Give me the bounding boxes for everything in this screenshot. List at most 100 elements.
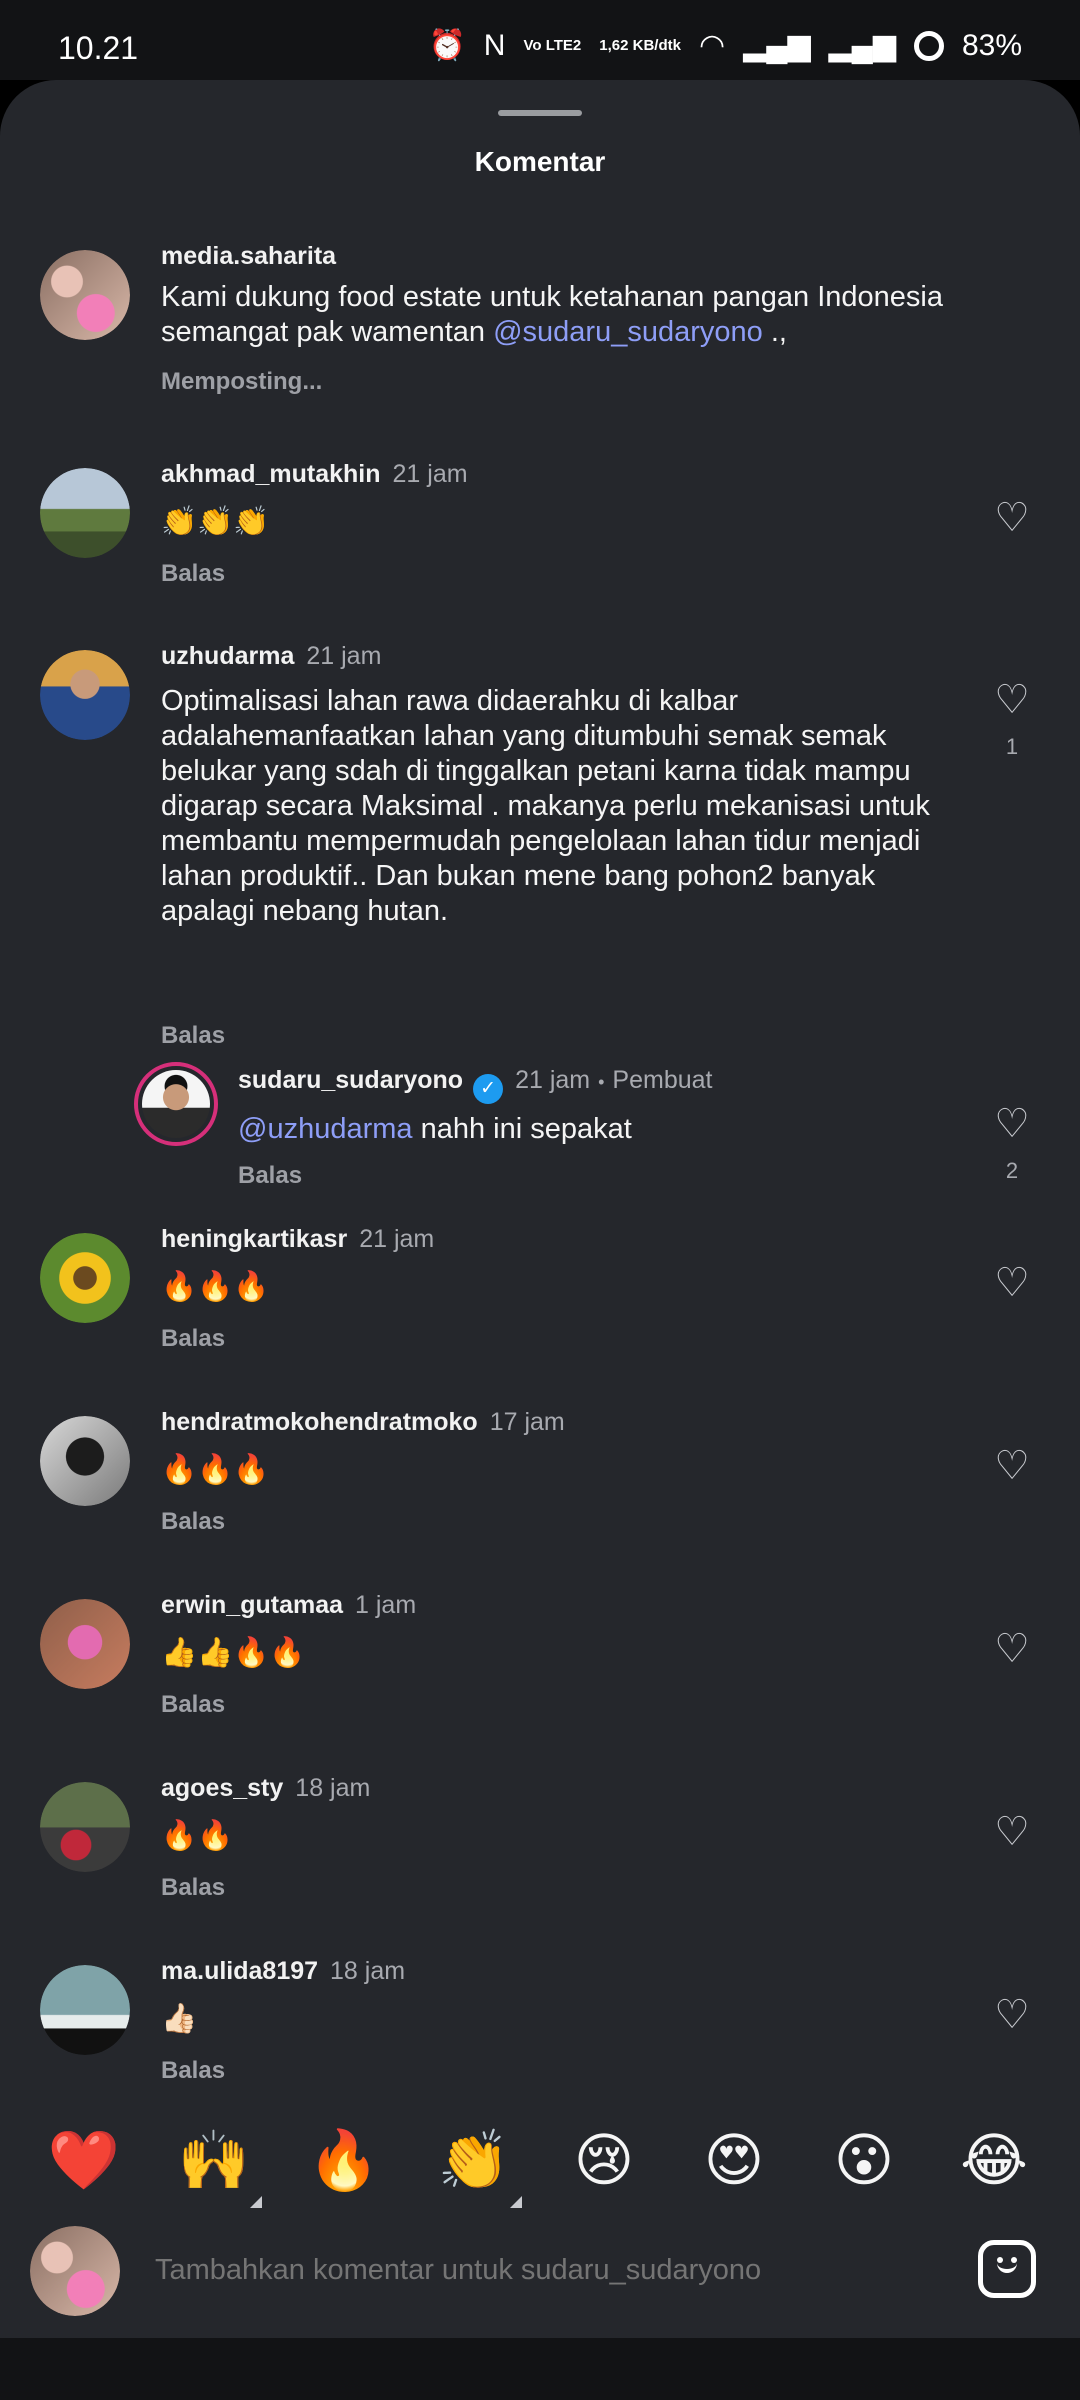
- avatar[interactable]: [40, 1233, 130, 1323]
- comment-item: ma.ulida8197 18 jam 👍🏻 Balas ♡: [0, 1957, 1080, 2087]
- avatar[interactable]: [40, 468, 130, 558]
- comment-text: 👏👏👏: [161, 504, 270, 538]
- comment-meta: akhmad_mutakhin 21 jam: [161, 460, 468, 489]
- creator-label: Pembuat: [612, 1066, 713, 1094]
- wifi-icon: ◠: [698, 29, 726, 62]
- like-button[interactable]: ♡: [990, 1261, 1034, 1305]
- emoji-crying-face-button[interactable]: 😢: [564, 2120, 644, 2200]
- reply-button[interactable]: Balas: [161, 1691, 225, 1719]
- quick-emoji-bar: ❤️ 🙌 🔥 👏 😢 😍 😮 😂: [0, 2090, 1080, 2210]
- skin-tone-indicator: [250, 2196, 262, 2208]
- username[interactable]: uzhudarma: [161, 642, 294, 670]
- comment-item: erwin_gutamaa 1 jam 👍👍🔥🔥 Balas ♡: [0, 1591, 1080, 1721]
- reply-button[interactable]: Balas: [161, 2057, 225, 2085]
- username[interactable]: heningkartikasr: [161, 1225, 347, 1253]
- comment-text: 🔥🔥: [161, 1818, 234, 1852]
- username[interactable]: agoes_sty: [161, 1774, 283, 1802]
- comment-meta: sudaru_sudaryono ✓ 21 jam • Pembuat: [238, 1066, 712, 1104]
- like-button[interactable]: ♡: [990, 496, 1034, 540]
- signal-icon: ▂▄▆: [743, 29, 811, 62]
- comment-meta: agoes_sty 18 jam: [161, 1774, 370, 1803]
- avatar[interactable]: [40, 1965, 130, 2055]
- comment-time: 18 jam: [330, 1957, 406, 1985]
- sheet-title: Komentar: [474, 146, 606, 177]
- status-icons: ⏰ N Vo LTE2 1,62 KB/dtk ◠ ▂▄▆ ▂▄▆ 83%: [428, 28, 1022, 63]
- network-speed: 1,62 KB/dtk: [599, 37, 681, 54]
- comment-time: 18 jam: [295, 1774, 371, 1802]
- system-navigation-bar: [0, 2338, 1080, 2400]
- username[interactable]: erwin_gutamaa: [161, 1591, 343, 1619]
- skin-tone-indicator: [510, 2196, 522, 2208]
- emoji-red-heart-button[interactable]: ❤️: [44, 2120, 124, 2200]
- mention-link[interactable]: @sudaru_sudaryono: [493, 316, 763, 348]
- comment-meta: erwin_gutamaa 1 jam: [161, 1591, 416, 1620]
- username[interactable]: media.saharita: [161, 242, 336, 270]
- username[interactable]: hendratmokohendratmoko: [161, 1408, 478, 1436]
- status-time: 10.21: [58, 30, 139, 66]
- volte-indicator: Vo LTE2: [523, 37, 582, 54]
- comment-time: 21 jam: [392, 460, 468, 488]
- heart-outline-icon: ♡: [994, 1444, 1030, 1488]
- mention-link[interactable]: @uzhudarma: [238, 1113, 413, 1145]
- reply-button[interactable]: Balas: [161, 560, 225, 588]
- comment-item: heningkartikasr 21 jam 🔥🔥🔥 Balas ♡: [0, 1225, 1080, 1355]
- comment-text: 🔥🔥🔥: [161, 1269, 270, 1303]
- verified-badge-icon: ✓: [473, 1074, 504, 1104]
- emoji-fire-button[interactable]: 🔥: [304, 2120, 384, 2200]
- emoji-tears-of-joy-button[interactable]: 😂: [954, 2120, 1034, 2200]
- comment-item: hendratmokohendratmoko 17 jam 🔥🔥🔥 Balas ♡: [0, 1408, 1080, 1538]
- comment-item: media.saharita Kami dukung food estate u…: [0, 242, 1080, 395]
- separator-dot: •: [598, 1072, 605, 1092]
- comment-text: @uzhudarma nahh ini sepakat: [238, 1113, 632, 1145]
- reply-button[interactable]: Balas: [161, 1508, 225, 1536]
- like-count: 1: [1005, 734, 1019, 759]
- nfc-icon: N: [483, 28, 506, 62]
- avatar[interactable]: [40, 1599, 130, 1689]
- comment-meta: uzhudarma 21 jam: [161, 642, 381, 671]
- username[interactable]: akhmad_mutakhin: [161, 460, 381, 488]
- avatar[interactable]: [40, 1416, 130, 1506]
- alarm-icon: ⏰: [428, 29, 466, 62]
- emoji-clapping-hands-button[interactable]: 👏: [434, 2120, 522, 2208]
- avatar-story-ring[interactable]: [134, 1062, 218, 1146]
- like-button[interactable]: ♡ 1: [990, 678, 1034, 760]
- comment-text: Optimalisasi lahan rawa didaerahku di ka…: [161, 685, 930, 927]
- comment-reply-item: sudaru_sudaryono ✓ 21 jam • Pembuat @uzhudar…: [0, 1032, 1080, 1189]
- like-button[interactable]: ♡: [990, 1444, 1034, 1488]
- avatar[interactable]: [40, 650, 130, 740]
- comment-text: Kami dukung food estate untuk ketahanan …: [161, 281, 943, 348]
- avatar[interactable]: [40, 1782, 130, 1872]
- comment-meta: hendratmokohendratmoko 17 jam: [161, 1408, 565, 1437]
- reply-button[interactable]: Balas: [161, 1325, 225, 1353]
- like-button[interactable]: ♡: [990, 1810, 1034, 1854]
- comment-meta: ma.ulida8197 18 jam: [161, 1957, 405, 1986]
- comment-text: 🔥🔥🔥: [161, 1452, 270, 1486]
- battery-icon: [913, 30, 944, 61]
- like-button[interactable]: ♡: [990, 1993, 1034, 2037]
- avatar[interactable]: [40, 250, 130, 340]
- comments-sheet: Komentar media.saharita Kami dukung food…: [0, 80, 1080, 2338]
- emoji-raised-hands-button[interactable]: 🙌: [174, 2120, 262, 2208]
- heart-outline-icon: ♡: [994, 1627, 1030, 1671]
- heart-outline-icon: ♡: [994, 1993, 1030, 2037]
- heart-outline-icon: ♡: [994, 678, 1030, 722]
- comment-time: 21 jam: [515, 1066, 591, 1094]
- reply-button[interactable]: Balas: [161, 1874, 225, 1902]
- comment-time: 21 jam: [359, 1225, 435, 1253]
- current-user-avatar[interactable]: [30, 2226, 120, 2316]
- sticker-icon[interactable]: [978, 2240, 1036, 2298]
- emoji-surprised-face-button[interactable]: 😮: [824, 2120, 904, 2200]
- reply-button[interactable]: Balas: [238, 1162, 302, 1190]
- like-button[interactable]: ♡ 2: [990, 1102, 1034, 1184]
- comment-meta: media.saharita: [161, 242, 336, 271]
- comment-item: akhmad_mutakhin 21 jam 👏👏👏 Balas ♡: [0, 460, 1080, 590]
- like-button[interactable]: ♡: [990, 1627, 1034, 1671]
- comment-input[interactable]: [155, 2254, 935, 2287]
- emoji-heart-eyes-button[interactable]: 😍: [694, 2120, 774, 2200]
- heart-outline-icon: ♡: [994, 1261, 1030, 1305]
- comment-time: 17 jam: [489, 1408, 565, 1436]
- status-bar: 10.21 ⏰ N Vo LTE2 1,62 KB/dtk ◠ ▂▄▆ ▂▄▆ …: [0, 0, 1080, 80]
- username[interactable]: ma.ulida8197: [161, 1957, 318, 1985]
- sheet-drag-handle[interactable]: [498, 110, 582, 116]
- username[interactable]: sudaru_sudaryono: [238, 1066, 463, 1094]
